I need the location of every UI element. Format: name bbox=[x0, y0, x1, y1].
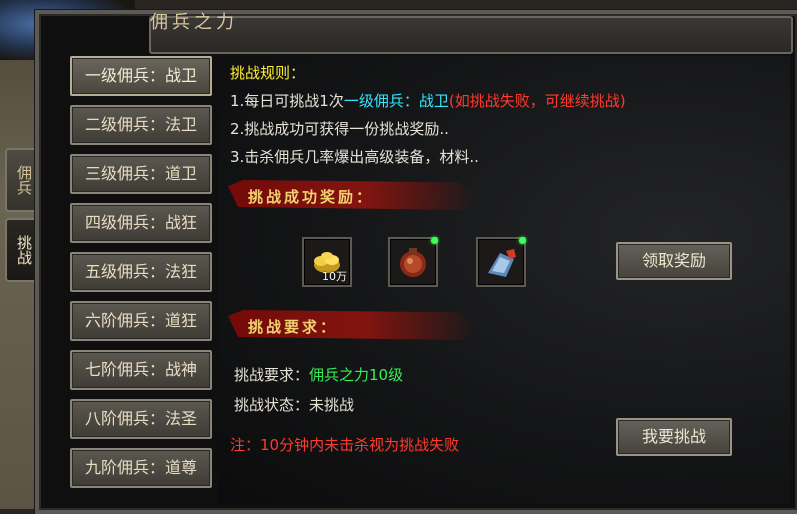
reward-item-gold[interactable]: 10万 bbox=[302, 237, 352, 287]
rule-line-1: 1.每日可挑战1次一级佣兵：战卫(如挑战失败，可继续挑战) bbox=[230, 90, 626, 111]
reward-qty: 10万 bbox=[322, 270, 347, 283]
level-button-8[interactable]: 八阶佣兵：法圣 bbox=[70, 399, 212, 439]
requirement-line: 挑战要求：佣兵之力10级 bbox=[234, 364, 403, 385]
level-button-5[interactable]: 五级佣兵：法狂 bbox=[70, 252, 212, 292]
reward-item-gauntlet[interactable] bbox=[476, 237, 526, 287]
green-gem-icon bbox=[519, 237, 526, 244]
red-pouch-icon bbox=[400, 248, 426, 277]
rules-title: 挑战规则： bbox=[230, 64, 306, 82]
rule-line-1-text: 1.每日可挑战1次 bbox=[230, 92, 344, 110]
level-button-3[interactable]: 三级佣兵：道卫 bbox=[70, 154, 212, 194]
tab-challenge[interactable]: 挑战 bbox=[5, 218, 39, 282]
requirement-label: 挑战要求： bbox=[234, 366, 310, 384]
requirement-banner-title: 挑战要求： bbox=[248, 318, 339, 336]
level-button-9[interactable]: 九阶佣兵：道尊 bbox=[70, 448, 212, 488]
level-button-4[interactable]: 四级佣兵：战狂 bbox=[70, 203, 212, 243]
reward-item-pouch[interactable] bbox=[388, 237, 438, 287]
level-button-6[interactable]: 六阶佣兵：道狂 bbox=[70, 301, 212, 341]
reward-banner-title: 挑战成功奖励： bbox=[248, 188, 375, 206]
status-label: 挑战状态： bbox=[234, 396, 310, 414]
failure-note: 注：10分钟内未击杀视为挑战失败 bbox=[230, 436, 460, 454]
status-value: 未挑战 bbox=[309, 396, 355, 414]
rule-line-2: 2.挑战成功可获得一份挑战奖励.. bbox=[230, 120, 449, 138]
rule-level-name: 一级佣兵： bbox=[343, 92, 419, 110]
green-gem-icon bbox=[431, 237, 438, 244]
level-button-2[interactable]: 二级佣兵：法卫 bbox=[70, 105, 212, 145]
title-bar bbox=[149, 16, 793, 54]
rule-line-3: 3.击杀佣兵几率爆出高级装备，材料.. bbox=[230, 148, 479, 166]
requirement-value: 佣兵之力10级 bbox=[309, 366, 404, 384]
claim-reward-button[interactable]: 领取奖励 bbox=[616, 242, 732, 280]
challenge-panel: 挑战规则： 1.每日可挑战1次一级佣兵：战卫(如挑战失败，可继续挑战) 2.挑战… bbox=[218, 56, 790, 504]
level-button-1[interactable]: 一级佣兵：战卫 bbox=[70, 56, 212, 96]
challenge-button[interactable]: 我要挑战 bbox=[616, 418, 732, 456]
status-line: 挑战状态：未挑战 bbox=[234, 394, 354, 415]
rule-retry-note: (如挑战失败，可继续挑战) bbox=[448, 92, 626, 110]
rule-unit-name: 战卫 bbox=[418, 92, 449, 110]
blue-gauntlet-icon bbox=[488, 249, 516, 277]
level-button-7[interactable]: 七阶佣兵：战神 bbox=[70, 350, 212, 390]
window-title: 佣兵之力 bbox=[150, 12, 238, 33]
tab-mercenary[interactable]: 佣兵 bbox=[5, 148, 39, 212]
